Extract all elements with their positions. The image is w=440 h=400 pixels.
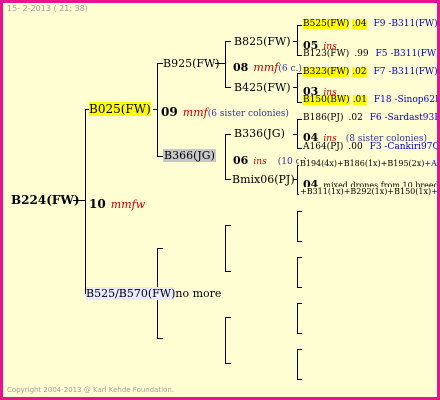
connector xyxy=(297,333,302,334)
g4-row-1-label: B525(FW) xyxy=(303,19,350,29)
connector xyxy=(225,225,226,271)
g2b-queen[interactable]: B366(JG) xyxy=(163,149,216,162)
g4-row-6-label: A164(PJ) xyxy=(303,142,344,152)
connector xyxy=(297,257,302,258)
root-count: 10 xyxy=(89,197,106,211)
connector xyxy=(297,25,302,26)
connector xyxy=(297,241,302,242)
g4-row-3-val: .02 xyxy=(352,67,367,77)
connector xyxy=(225,41,226,87)
copyright-note: Copyright 2004-2013 @ Karl Kehde Foundat… xyxy=(7,386,175,394)
g2b-count: 06 xyxy=(233,154,249,167)
root-mate: mmfw xyxy=(110,198,146,211)
g1-top-mating: 09 mmf(6 sister colonies) xyxy=(161,101,289,120)
connector xyxy=(225,225,231,226)
g4-mix-line-2: +B311(1x)+B292(1x)+B150(1x)+B175(1x) xyxy=(299,187,438,196)
g1-top-queen[interactable]: B025(FW) xyxy=(89,102,151,116)
g2a-queen[interactable]: B925(FW) xyxy=(163,57,220,70)
g1-bottom-label: B525/B570(FW) xyxy=(86,287,176,300)
root-mating: 10 mmfw xyxy=(89,193,145,212)
g4-row-3-label: B323(FW) xyxy=(303,67,350,77)
connector xyxy=(225,179,231,180)
connector xyxy=(297,349,298,379)
g3b-queen[interactable]: B425(FW) xyxy=(234,81,291,94)
connector xyxy=(225,271,231,272)
g4-row-2-label: B123(FW) xyxy=(303,49,350,59)
pedigree-frame: 15- 2-2013 ( 21: 38) B224(FW) 10 mmfw B0… xyxy=(0,0,440,400)
g4-row-4[interactable]: B150(BW) .01 F18 -Sinop62R xyxy=(303,95,440,105)
g4-mix-line-1a: B194(4x)+B186(1x)+B195(2x) xyxy=(300,159,425,168)
g4-row-5[interactable]: B186(PJ) .02 F6 -Sardast93R xyxy=(303,113,440,123)
connector xyxy=(297,349,302,350)
connector xyxy=(297,119,298,149)
g4-row-1[interactable]: B525(FW) .04 F9 -B311(FW) xyxy=(303,19,438,29)
g2b-mate: ins xyxy=(253,157,267,167)
connector xyxy=(297,379,302,380)
g4-row-5-label: B186(PJ) xyxy=(303,113,344,123)
g4-row-1-mother: F9 -B311(FW) xyxy=(373,19,438,29)
g4-row-2[interactable]: B123(FW) .99 F5 -B311(FW) xyxy=(303,49,440,59)
connector xyxy=(297,165,298,195)
connector xyxy=(225,41,231,42)
g4-row-6-val: .00 xyxy=(348,142,363,152)
connector xyxy=(157,63,158,157)
g2b-label: B366(JG) xyxy=(163,149,216,162)
connector xyxy=(297,211,298,241)
g4-row-3-mother: F7 -B311(FW) xyxy=(373,67,438,77)
g4-row-4-val: .01 xyxy=(352,95,368,105)
connector xyxy=(225,317,226,363)
connector xyxy=(157,248,163,249)
connector xyxy=(85,109,86,293)
connector xyxy=(297,25,298,55)
g1-top-label: B025(FW) xyxy=(89,102,151,116)
g2a-sisters: (6 c.) xyxy=(278,64,302,74)
g4-mix-line-2b: +B175(1x) xyxy=(431,187,438,196)
g4-row-5-mother: F6 -Sardast93R xyxy=(369,113,440,123)
connector xyxy=(297,211,302,212)
connector xyxy=(225,134,226,180)
g4-mix-line-2a: +B311(1x)+B292(1x)+B150(1x) xyxy=(300,187,432,196)
connector xyxy=(157,338,163,339)
connector xyxy=(297,287,302,288)
connector xyxy=(297,73,298,103)
date-stamp: 15- 2-2013 ( 21: 38) xyxy=(7,4,88,13)
g2a-mate: mmf xyxy=(253,61,279,74)
g2b-mating: 06 ins (10 c.) xyxy=(233,149,307,168)
g4-row-3[interactable]: B323(FW) .02 F7 -B311(FW) xyxy=(303,67,438,77)
g4-row-4-mother: F18 -Sinop62R xyxy=(373,95,440,105)
connector xyxy=(225,363,231,364)
g4-row-5-val: .02 xyxy=(348,113,363,123)
root-queen[interactable]: B224(FW) xyxy=(11,193,80,207)
g3c-queen[interactable]: B336(JG) xyxy=(234,127,285,140)
connector xyxy=(225,134,231,135)
g4-row-2-mother: F5 -B311(FW) xyxy=(375,49,440,59)
connector xyxy=(297,119,302,120)
g4-row-6-mother: F3 -Cankiri97Q xyxy=(369,142,440,152)
g1-top-sisters: (6 sister colonies) xyxy=(207,109,289,119)
g2a-mating: 08 mmf(6 c.) xyxy=(233,56,302,75)
connector xyxy=(297,303,302,304)
g1-bottom-more: no more xyxy=(175,287,222,300)
g4-row-1-val: .04 xyxy=(352,19,367,29)
g4-mix-line-1: B194(4x)+B186(1x)+B195(2x)+A164(1x) xyxy=(299,159,437,168)
connector xyxy=(297,303,298,333)
g4-row-4-label: B150(BW) xyxy=(303,95,350,105)
g1-top-count: 09 xyxy=(161,105,178,119)
g1-bottom-queen[interactable]: B525/B570(FW)no more xyxy=(86,287,221,300)
g4-row-6[interactable]: A164(PJ) .00 F3 -Cankiri97Q xyxy=(303,142,440,152)
g3d-queen[interactable]: Bmix06(PJ) xyxy=(232,173,295,186)
g3a-queen[interactable]: B825(FW) xyxy=(234,35,291,48)
g2a-count: 08 xyxy=(233,61,249,74)
connector xyxy=(225,87,231,88)
g4-mix-line-1b: +A164(1x) xyxy=(424,159,437,168)
connector xyxy=(225,317,231,318)
connector xyxy=(297,102,302,103)
connector xyxy=(297,257,298,287)
g4-row-2-val: .99 xyxy=(354,49,369,59)
g1-top-mate: mmf xyxy=(182,106,208,119)
